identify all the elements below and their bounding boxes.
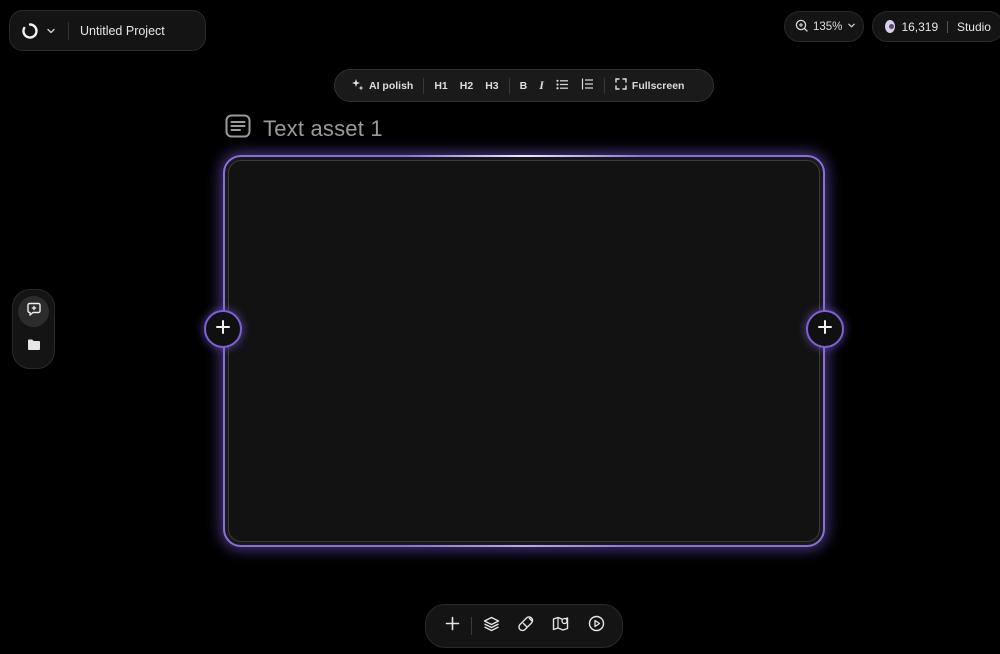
format-toolbar: AI polish H1 H2 H3 B I Fullscreen	[334, 69, 714, 102]
zoom-control[interactable]: 135%	[784, 11, 864, 42]
map-button[interactable]	[545, 610, 577, 642]
credits-icon	[885, 20, 896, 33]
zoom-level: 135%	[813, 20, 843, 33]
asset-header: Text asset 1	[225, 114, 383, 143]
chevron-down-icon	[46, 26, 56, 36]
zoom-icon	[795, 19, 808, 35]
fullscreen-button[interactable]: Fullscreen	[609, 73, 691, 98]
credits-amount: 16,319	[901, 19, 939, 34]
project-header: Untitled Project	[9, 10, 206, 51]
side-panel	[12, 289, 55, 369]
add-right-button[interactable]	[806, 310, 844, 348]
bold-button[interactable]: B	[514, 73, 534, 98]
play-button[interactable]	[580, 610, 612, 642]
app-root: Untitled Project 135% 16,319 Studio AI p…	[0, 0, 1000, 654]
chevron-down-icon	[847, 21, 856, 33]
ai-polish-button[interactable]: AI polish	[345, 73, 419, 98]
divider	[603, 77, 605, 94]
plus-icon	[445, 616, 460, 636]
magnet-icon	[517, 615, 535, 638]
heading3-button[interactable]: H3	[479, 73, 504, 98]
chat-icon	[26, 302, 41, 321]
magnet-button[interactable]	[510, 610, 542, 642]
credits-badge[interactable]: 16,319 Studio	[872, 11, 1000, 42]
bullet-list-icon	[556, 79, 569, 93]
bullet-list-button[interactable]	[550, 73, 575, 98]
layers-button[interactable]	[475, 610, 507, 642]
heading2-button[interactable]: H2	[454, 73, 479, 98]
plus-icon	[817, 319, 833, 340]
numbered-list-button[interactable]	[575, 73, 600, 98]
sparkle-icon	[351, 78, 364, 94]
divider	[68, 21, 69, 40]
ai-polish-label: AI polish	[369, 79, 414, 92]
assets-folder-button[interactable]	[18, 331, 49, 362]
chat-button[interactable]	[18, 296, 49, 327]
project-name[interactable]: Untitled Project	[80, 24, 165, 38]
fullscreen-icon	[615, 78, 627, 93]
bottom-toolbar	[425, 604, 623, 648]
plan-label: Studio	[956, 19, 991, 34]
plus-icon	[215, 319, 231, 340]
divider	[947, 20, 948, 33]
play-icon	[588, 615, 605, 637]
divider	[508, 77, 510, 94]
fullscreen-label: Fullscreen	[631, 79, 685, 92]
add-left-button[interactable]	[204, 310, 242, 348]
app-menu-button[interactable]	[22, 22, 56, 39]
heading1-button[interactable]: H1	[428, 73, 453, 98]
map-icon	[552, 615, 570, 637]
italic-button[interactable]: I	[533, 73, 550, 98]
divider	[423, 77, 425, 94]
add-button[interactable]	[436, 610, 468, 642]
asset-title[interactable]: Text asset 1	[263, 116, 383, 142]
divider	[471, 617, 472, 635]
swirl-logo-icon	[22, 22, 38, 39]
layers-icon	[483, 616, 500, 637]
folder-icon	[27, 338, 41, 356]
numbered-list-icon	[581, 78, 594, 93]
text-document-icon	[225, 114, 251, 143]
text-editor-canvas[interactable]	[223, 155, 825, 547]
